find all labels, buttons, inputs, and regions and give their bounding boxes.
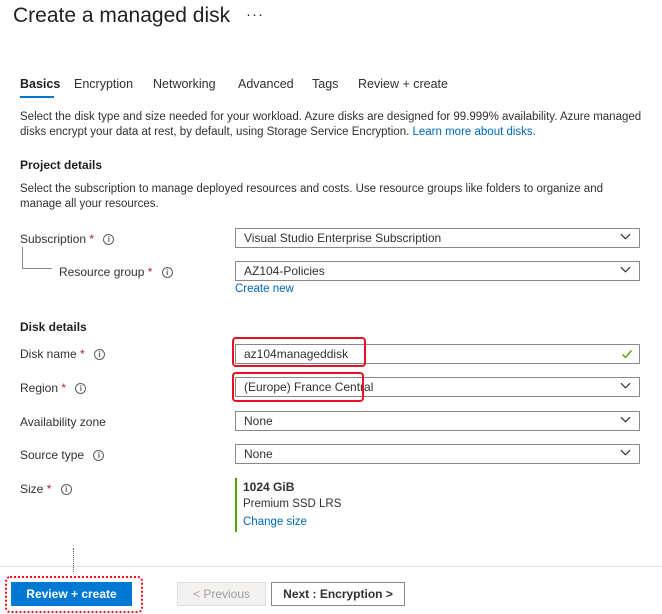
info-icon[interactable]: i [75, 383, 87, 394]
info-icon[interactable]: i [161, 267, 173, 278]
tab-advanced[interactable]: Advanced [238, 77, 294, 91]
chevron-down-icon [620, 266, 631, 273]
subscription-label: Subscription * i [20, 232, 115, 246]
chevron-down-icon [620, 382, 631, 389]
info-icon[interactable]: i [93, 450, 105, 461]
create-new-link[interactable]: Create new [235, 283, 294, 295]
required-marker: * [80, 347, 85, 361]
previous-button[interactable]: < Previous [177, 582, 266, 606]
checkmark-icon [622, 350, 633, 359]
footer-divider [0, 566, 662, 567]
project-details-heading: Project details [20, 158, 103, 172]
required-marker: * [61, 381, 67, 395]
active-tab-indicator [20, 96, 54, 98]
review-create-button[interactable]: Review + create [11, 582, 132, 606]
availability-zone-dropdown[interactable]: None [235, 411, 640, 431]
tab-review-create[interactable]: Review + create [358, 77, 448, 91]
chevron-down-icon [620, 233, 631, 240]
tab-encryption[interactable]: Encryption [74, 77, 133, 91]
info-icon[interactable]: i [94, 349, 106, 360]
info-icon[interactable]: i [60, 484, 72, 495]
divider [73, 548, 74, 572]
source-type-value: None [244, 447, 273, 461]
source-type-label: Source type i [20, 448, 105, 462]
tree-connector [22, 247, 23, 269]
availability-zone-label: Availability zone [20, 415, 106, 429]
region-highlight [232, 372, 364, 402]
next-encryption-button[interactable]: Next : Encryption > [271, 582, 405, 606]
required-marker: * [89, 232, 95, 246]
tab-tags[interactable]: Tags [312, 77, 338, 91]
required-marker: * [147, 265, 153, 279]
disk-name-label: Disk name * i [20, 347, 106, 361]
source-type-dropdown[interactable]: None [235, 444, 640, 464]
resource-group-dropdown[interactable]: AZ104-Policies [235, 261, 640, 281]
chevron-down-icon [620, 416, 631, 423]
size-sku: Premium SSD LRS [243, 498, 342, 510]
subscription-dropdown[interactable]: Visual Studio Enterprise Subscription [235, 228, 640, 248]
tab-basics[interactable]: Basics [20, 77, 60, 91]
size-label: Size * i [20, 482, 72, 496]
info-icon[interactable]: i [103, 234, 115, 245]
size-value: 1024 GiB [243, 480, 295, 494]
size-indicator-bar [235, 478, 237, 532]
availability-zone-value: None [244, 414, 273, 428]
resource-group-label: Resource group * i [59, 265, 173, 279]
project-details-description: Select the subscription to manage deploy… [20, 183, 603, 210]
region-label: Region * i [20, 381, 87, 395]
tree-connector [22, 268, 52, 269]
required-marker: * [46, 482, 52, 496]
learn-more-link[interactable]: Learn more about disks. [413, 126, 536, 138]
tab-networking[interactable]: Networking [153, 77, 216, 91]
chevron-down-icon [620, 449, 631, 456]
intro-text: Select the disk type and size needed for… [20, 111, 642, 138]
more-options-icon[interactable]: ··· [246, 6, 264, 23]
resource-group-value: AZ104-Policies [244, 264, 325, 278]
intro-description: Select the disk type and size needed for… [20, 110, 645, 140]
subscription-value: Visual Studio Enterprise Subscription [244, 231, 442, 245]
page-title: Create a managed disk [13, 4, 231, 27]
disk-details-heading: Disk details [20, 320, 87, 334]
disk-name-highlight [232, 337, 366, 367]
change-size-link[interactable]: Change size [243, 516, 307, 528]
